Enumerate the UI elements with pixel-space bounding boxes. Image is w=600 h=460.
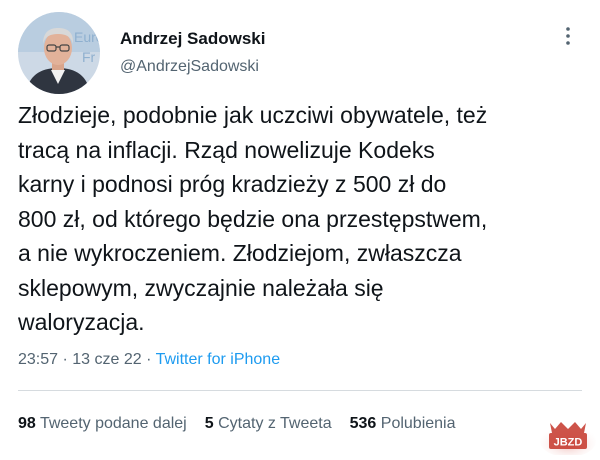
tweet-stats: 98 Tweety podane dalej 5 Cytaty z Tweeta… <box>18 415 456 433</box>
tweet-text-line: tracą na inflacji. Rząd nowelizuje Kodek… <box>18 136 435 163</box>
divider <box>18 390 582 391</box>
watermark-text: JBZD <box>554 437 583 449</box>
jbzd-watermark-logo: JBZD <box>540 417 596 457</box>
author-handle[interactable]: @AndrzejSadowski <box>120 58 259 76</box>
quotes-label: Cytaty z Tweeta <box>218 415 332 432</box>
tweet-source-link[interactable]: Twitter for iPhone <box>156 351 281 368</box>
retweets-count: 98 <box>18 415 36 432</box>
quotes-count: 5 <box>204 415 214 432</box>
more-options-icon[interactable] <box>556 24 580 48</box>
tweet-text-line: waloryzacja. <box>18 309 145 335</box>
tweet-date[interactable]: 13 cze 22 <box>72 351 141 368</box>
tweet-meta: 23:57 · 13 cze 22 · Twitter for iPhone <box>18 351 280 369</box>
profile-photo-icon: Euro Fr <box>18 12 100 94</box>
tweet-text-line: a nie wykroczeniem. Złodziejom, zwłaszcz… <box>18 240 462 266</box>
svg-text:Euro: Euro <box>74 29 100 45</box>
tweet-time[interactable]: 23:57 <box>18 351 58 368</box>
retweets-label: Tweety podane dalej <box>39 415 187 432</box>
tweet-text-line: Złodzieje, podobnie jak uczciwi obywatel… <box>18 102 488 128</box>
likes-stat[interactable]: 536 Polubienia <box>350 415 456 433</box>
likes-label: Polubienia <box>380 415 456 432</box>
likes-count: 536 <box>349 415 377 432</box>
tweet-text-line: 800 zł, od którego będzie ona przestępst… <box>18 205 488 232</box>
tweet-text: Złodzieje, podobnie jak uczciwi obywatel… <box>18 98 588 340</box>
meta-separator: · <box>141 351 156 368</box>
retweets-stat[interactable]: 98 Tweety podane dalej <box>18 415 187 433</box>
meta-separator: · <box>58 351 73 368</box>
tweet-text-line: sklepowym, zwyczajnie należała się <box>18 274 384 301</box>
svg-text:Fr: Fr <box>82 49 96 65</box>
author-name[interactable]: Andrzej Sadowski <box>120 29 265 49</box>
quotes-stat[interactable]: 5 Cytaty z Tweeta <box>205 415 332 433</box>
tweet-text-line: karny i podnosi próg kradzieży z 500 zł … <box>18 171 447 197</box>
avatar[interactable]: Euro Fr <box>18 12 100 94</box>
